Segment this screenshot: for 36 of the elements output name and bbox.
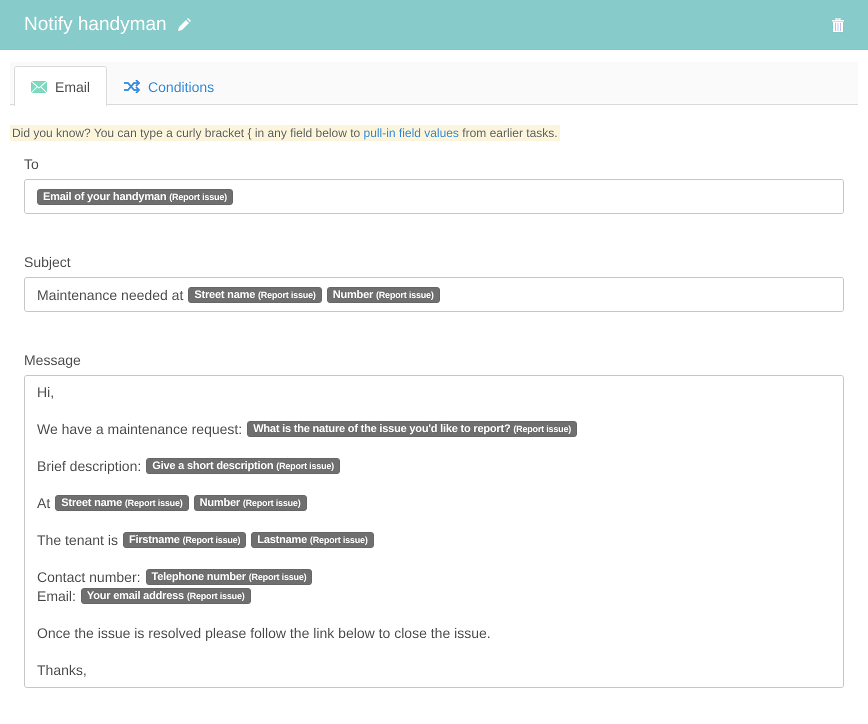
trash-icon[interactable] (832, 18, 844, 32)
field-token[interactable]: Email of your handyman (Report issue) (37, 188, 233, 204)
field-token[interactable]: Street name (Report issue) (188, 286, 322, 302)
message-field[interactable] (24, 375, 844, 688)
field-text: Thanks, (37, 662, 87, 678)
tip-text: Did you know? You can type a curly bracket { in any field below to pull-in field values from earlier tasks. (10, 125, 560, 141)
field-text: At (37, 494, 50, 510)
edit-icon[interactable] (176, 18, 191, 32)
envelope-icon (31, 80, 47, 92)
field-text: Contact number: (37, 568, 140, 584)
field-token[interactable]: Firstname (Report issue) (122, 532, 246, 548)
field-text: We have a maintenance request: (37, 420, 242, 436)
field-text: Email: (37, 588, 76, 604)
shuffle-icon (124, 80, 140, 93)
field-token[interactable]: Your email address (Report issue) (80, 588, 251, 604)
field-text: The tenant is (37, 532, 118, 548)
tab[interactable]: Email (14, 66, 108, 106)
field-token[interactable]: Street name (Report issue) (55, 494, 189, 510)
field-text: Brief description: (37, 458, 142, 474)
field-token[interactable]: What is the nature of the issue you'd like to report? (Report issue) (247, 420, 578, 436)
field-values-link[interactable]: pull-in field values (364, 126, 459, 140)
field-text: Hi, (37, 384, 54, 400)
field-token[interactable]: Give a short description (Report issue) (146, 458, 340, 474)
field-token[interactable]: Telephone number (Report issue) (146, 568, 312, 584)
field-token[interactable]: Lastname (Report issue) (251, 532, 374, 548)
field-text: Maintenance needed at (37, 286, 184, 302)
field-label: To (24, 156, 40, 172)
tab[interactable]: Conditions (107, 66, 232, 106)
field-token[interactable]: Number (Report issue) (194, 494, 307, 510)
field-text: Once the issue is resolved please follow the link below to close the issue. (37, 624, 491, 640)
field-token[interactable]: Number (Report issue) (326, 286, 440, 302)
field-label: Subject (24, 254, 72, 270)
input-field[interactable]: Email of your handyman (Report issue) (24, 179, 844, 214)
field-label: Message (24, 352, 82, 368)
input-field[interactable]: Maintenance needed at Street name (Report issue) Number (Report issue) (24, 277, 844, 312)
page-title: Notify handyman (24, 14, 167, 36)
